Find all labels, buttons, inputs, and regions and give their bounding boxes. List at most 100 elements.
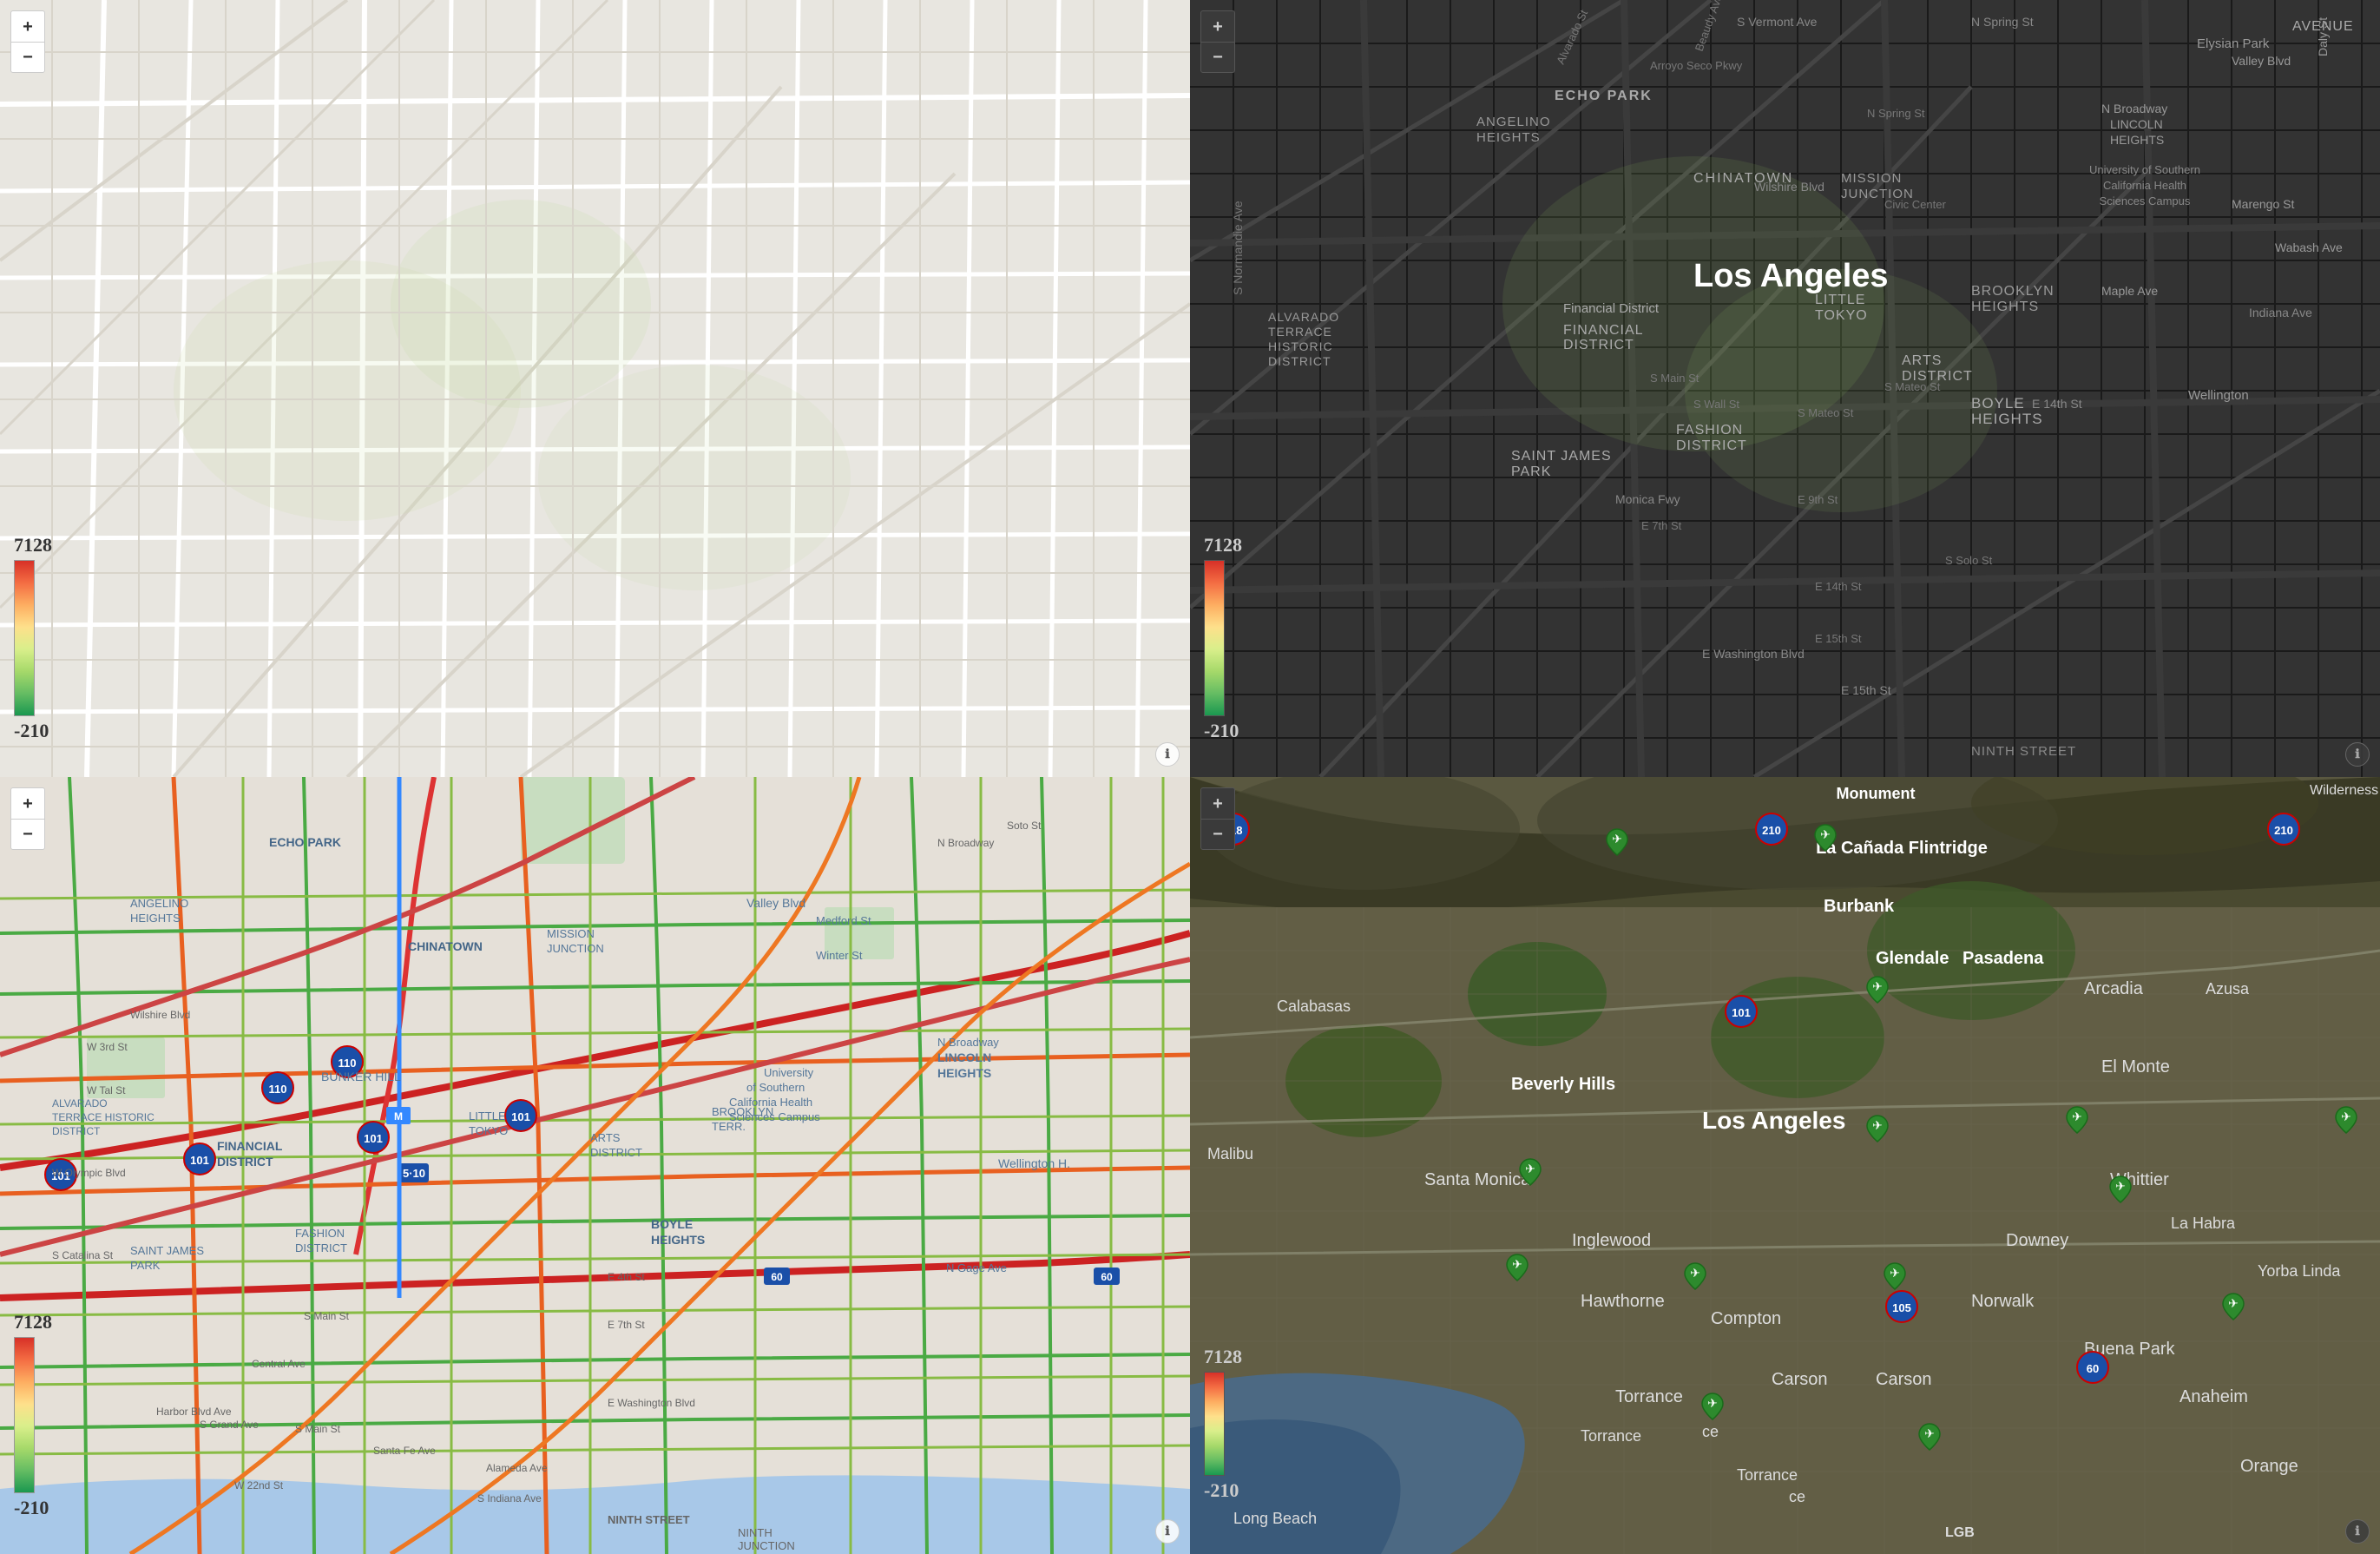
svg-text:E 7th St: E 7th St bbox=[1641, 519, 1682, 532]
legend-br: 7128 -210 bbox=[1204, 1346, 1242, 1502]
svg-text:60: 60 bbox=[1101, 1271, 1113, 1283]
svg-text:E 15th St: E 15th St bbox=[1815, 632, 1862, 645]
info-btn-bl[interactable]: ℹ bbox=[1155, 1519, 1180, 1544]
svg-text:✈: ✈ bbox=[1872, 979, 1883, 993]
svg-text:Pasadena: Pasadena bbox=[1963, 949, 2044, 968]
svg-text:BOYLE: BOYLE bbox=[651, 1217, 693, 1231]
svg-text:HEIGHTS: HEIGHTS bbox=[1971, 300, 2039, 314]
svg-text:of Southern: of Southern bbox=[746, 1081, 805, 1094]
svg-text:DISTRICT: DISTRICT bbox=[52, 1125, 101, 1137]
svg-text:Yorba Linda: Yorba Linda bbox=[2258, 1262, 2341, 1280]
zoom-controls-tr: + − bbox=[1200, 10, 1235, 73]
map-bottom-right[interactable]: Monument Wilderness La Cañada Flintridge… bbox=[1190, 777, 2380, 1554]
svg-text:University: University bbox=[764, 1066, 814, 1079]
legend-tr: 7128 -210 bbox=[1204, 534, 1242, 742]
zoom-in-btn-bl[interactable]: + bbox=[10, 787, 45, 819]
svg-text:N Broadway: N Broadway bbox=[937, 837, 994, 849]
svg-text:Long Beach: Long Beach bbox=[1233, 1510, 1317, 1527]
svg-text:✈: ✈ bbox=[2072, 1110, 2082, 1123]
info-btn-tr[interactable]: ℹ bbox=[2345, 742, 2370, 767]
svg-text:Beverly Hills: Beverly Hills bbox=[1511, 1075, 1615, 1094]
map-top-right[interactable]: ECHO PARK ANGELINO HEIGHTS CHINATOWN MIS… bbox=[1190, 0, 2380, 777]
svg-text:Alameda Ave: Alameda Ave bbox=[486, 1462, 548, 1474]
svg-text:Torrance: Torrance bbox=[1581, 1427, 1641, 1445]
legend-max-tr: 7128 bbox=[1204, 534, 1242, 556]
svg-text:✈: ✈ bbox=[2341, 1110, 2351, 1123]
svg-text:Valley Blvd: Valley Blvd bbox=[746, 896, 805, 910]
svg-text:E Washington Blvd: E Washington Blvd bbox=[608, 1397, 695, 1409]
map-top-left[interactable]: + − 7128 -210 ℹ bbox=[0, 0, 1190, 777]
svg-text:California Health: California Health bbox=[2103, 179, 2186, 192]
svg-text:Torrance: Torrance bbox=[1615, 1387, 1683, 1406]
legend-min-tl: -210 bbox=[14, 720, 49, 742]
svg-text:DISTRICT: DISTRICT bbox=[295, 1241, 347, 1254]
svg-text:✈: ✈ bbox=[1612, 832, 1622, 846]
zoom-controls-tl: + − bbox=[10, 10, 45, 73]
svg-text:Santa Monica: Santa Monica bbox=[1424, 1170, 1531, 1189]
svg-text:Central Ave: Central Ave bbox=[252, 1358, 306, 1370]
svg-text:S Vermont Ave: S Vermont Ave bbox=[1737, 15, 1818, 29]
zoom-out-btn-br[interactable]: − bbox=[1200, 819, 1235, 850]
zoom-in-btn-tr[interactable]: + bbox=[1200, 10, 1235, 42]
svg-text:Arcadia: Arcadia bbox=[2084, 979, 2144, 998]
svg-text:E 7th St: E 7th St bbox=[608, 1319, 645, 1331]
info-btn-br[interactable]: ℹ bbox=[2345, 1519, 2370, 1544]
svg-text:W 3rd St: W 3rd St bbox=[87, 1041, 128, 1053]
svg-text:60: 60 bbox=[2087, 1362, 2099, 1375]
svg-text:105: 105 bbox=[1892, 1301, 1911, 1314]
svg-text:TERRACE: TERRACE bbox=[1268, 325, 1332, 339]
map-bottom-left[interactable]: 101 101 101 101 5·10 60 60 110 110 M ECH… bbox=[0, 777, 1190, 1554]
svg-text:ECHO PARK: ECHO PARK bbox=[269, 835, 341, 849]
svg-text:HEIGHTS: HEIGHTS bbox=[2110, 133, 2164, 147]
svg-text:101: 101 bbox=[1732, 1006, 1751, 1019]
zoom-in-btn-br[interactable]: + bbox=[1200, 787, 1235, 819]
svg-text:NINTH STREET: NINTH STREET bbox=[1971, 744, 2076, 759]
svg-text:S Main St: S Main St bbox=[1650, 372, 1700, 385]
svg-text:El Monte: El Monte bbox=[2101, 1057, 2170, 1077]
legend-tl: 7128 -210 bbox=[14, 534, 52, 742]
svg-text:N Spring St: N Spring St bbox=[1971, 15, 2034, 29]
svg-text:La Habra: La Habra bbox=[2171, 1215, 2236, 1232]
svg-text:Financial District: Financial District bbox=[1563, 301, 1660, 316]
svg-text:LITTLE: LITTLE bbox=[1815, 293, 1865, 307]
svg-text:HISTORIC: HISTORIC bbox=[1268, 339, 1333, 353]
svg-text:S Mateo St: S Mateo St bbox=[1884, 380, 1941, 393]
svg-text:110: 110 bbox=[269, 1083, 287, 1096]
svg-text:Wellington: Wellington bbox=[2188, 388, 2249, 403]
zoom-in-btn-tl[interactable]: + bbox=[10, 10, 45, 42]
svg-text:E 14th St: E 14th St bbox=[1815, 580, 1862, 593]
svg-text:Los Angeles: Los Angeles bbox=[1693, 258, 1889, 294]
svg-text:FASHION: FASHION bbox=[1676, 423, 1743, 438]
svg-text:Burbank: Burbank bbox=[1824, 897, 1895, 916]
svg-text:Marengo St: Marengo St bbox=[2232, 197, 2294, 211]
svg-text:JUNCTION: JUNCTION bbox=[547, 942, 604, 955]
svg-text:Wilderness: Wilderness bbox=[2310, 783, 2378, 798]
svg-text:California Health: California Health bbox=[729, 1096, 812, 1109]
svg-text:Indiana Ave: Indiana Ave bbox=[2249, 306, 2312, 319]
svg-text:E 14th St: E 14th St bbox=[2032, 397, 2082, 411]
svg-text:LGB: LGB bbox=[1945, 1525, 1975, 1540]
svg-text:✈: ✈ bbox=[2115, 1179, 2126, 1193]
svg-text:HEIGHTS: HEIGHTS bbox=[1971, 411, 2043, 427]
legend-bar-bl bbox=[14, 1337, 35, 1493]
svg-text:MISSION: MISSION bbox=[547, 927, 595, 940]
svg-text:S Indiana Ave: S Indiana Ave bbox=[477, 1492, 542, 1505]
svg-text:Orange: Orange bbox=[2240, 1457, 2298, 1476]
zoom-out-btn-tl[interactable]: − bbox=[10, 42, 45, 73]
zoom-out-btn-tr[interactable]: − bbox=[1200, 42, 1235, 73]
svg-text:Compton: Compton bbox=[1711, 1309, 1781, 1328]
svg-text:ce: ce bbox=[1789, 1488, 1805, 1505]
info-btn-tl[interactable]: ℹ bbox=[1155, 742, 1180, 767]
svg-text:Inglewood: Inglewood bbox=[1572, 1231, 1651, 1250]
svg-text:S Wall St: S Wall St bbox=[1693, 398, 1739, 411]
svg-text:TOKYO: TOKYO bbox=[1815, 308, 1868, 323]
svg-text:FINANCIAL: FINANCIAL bbox=[217, 1139, 283, 1153]
svg-text:ce: ce bbox=[1702, 1423, 1719, 1440]
svg-text:BROOKLYN: BROOKLYN bbox=[1971, 284, 2055, 299]
svg-text:S Grand Ave: S Grand Ave bbox=[200, 1419, 259, 1431]
svg-text:E 4th St: E 4th St bbox=[608, 1271, 645, 1283]
svg-text:Valley Blvd: Valley Blvd bbox=[2232, 54, 2291, 68]
zoom-out-btn-bl[interactable]: − bbox=[10, 819, 45, 850]
svg-text:Elysian Park: Elysian Park bbox=[2197, 36, 2270, 51]
svg-text:Arroyo Seco Pkwy: Arroyo Seco Pkwy bbox=[1650, 59, 1743, 72]
